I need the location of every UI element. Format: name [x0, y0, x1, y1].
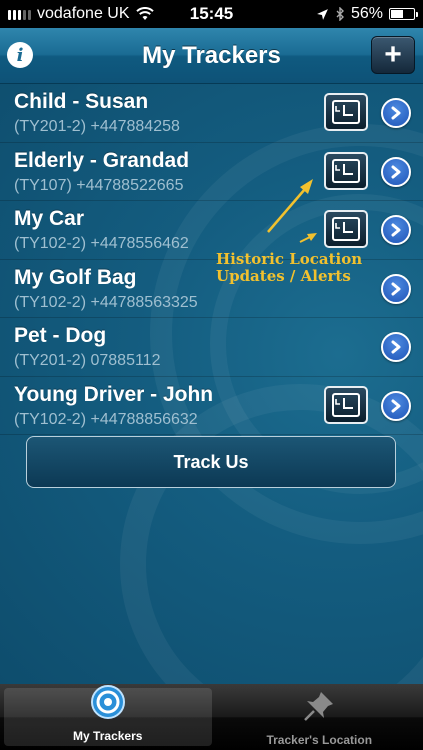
- history-clock-icon[interactable]: [324, 93, 368, 131]
- tracker-name: Pet - Dog: [14, 324, 107, 347]
- tracker-name: Child - Susan: [14, 90, 149, 113]
- tracker-name: My Car: [14, 207, 85, 230]
- target-icon: [90, 684, 126, 725]
- tracker-list-view: Child - Susan (TY201-2) +447884258 Elderly…: [0, 84, 423, 684]
- tab-label: My Trackers: [73, 729, 143, 743]
- wifi-icon: [135, 7, 154, 20]
- location-arrow-icon: [317, 8, 328, 20]
- tracker-detail: (TY102-2) +44788856632: [14, 410, 198, 428]
- battery-icon: [389, 8, 418, 20]
- tracker-row[interactable]: Young Driver - John (TY102-2) +4478885663…: [0, 377, 423, 435]
- tracker-name: My Golf Bag: [14, 265, 137, 289]
- tracker-detail: (TY102-2) +44788563325: [14, 293, 198, 311]
- chevron-right-icon[interactable]: [381, 215, 411, 245]
- tracker-row[interactable]: Child - Susan (TY201-2) +447884258: [0, 84, 423, 143]
- page-title: My Trackers: [142, 41, 281, 69]
- chevron-right-icon[interactable]: [381, 98, 411, 128]
- nav-bar: i My Trackers +: [0, 28, 423, 84]
- history-clock-icon[interactable]: [324, 151, 368, 190]
- annotation-line: Updates / Alerts: [216, 267, 351, 285]
- status-bar: vodafone UK 15:45 56%: [0, 0, 423, 28]
- tab-bar: My Trackers Tracker's Location: [0, 684, 423, 750]
- carrier-name: vodafone UK: [37, 5, 130, 22]
- tracker-row[interactable]: Pet - Dog (TY201-2) 07885112: [0, 318, 423, 377]
- tracker-detail: (TY102-2) +4478556462: [14, 235, 189, 252]
- history-clock-icon[interactable]: [324, 210, 368, 248]
- annotation-line: Historic Location: [216, 250, 363, 268]
- tracker-name: Elderly - Grandad: [14, 148, 190, 172]
- info-button[interactable]: i: [7, 42, 33, 68]
- history-clock-icon[interactable]: [324, 385, 368, 424]
- chevron-right-icon[interactable]: [381, 332, 411, 362]
- battery-fill: [391, 10, 404, 18]
- signal-icon: [8, 8, 31, 20]
- tracker-detail: (TY201-2) +447884258: [14, 118, 180, 135]
- annotation-callout: Historic Location Updates / Alerts: [216, 251, 362, 285]
- chevron-right-icon[interactable]: [381, 273, 411, 304]
- tab-tracker-s-location[interactable]: Tracker's Location: [216, 684, 423, 750]
- add-tracker-button[interactable]: +: [371, 36, 415, 74]
- chevron-right-icon[interactable]: [381, 156, 411, 187]
- tracker-detail: (TY107) +44788522665: [14, 176, 184, 194]
- bluetooth-icon: [336, 7, 344, 21]
- tracker-detail: (TY201-2) 07885112: [14, 352, 161, 369]
- tab-my-trackers[interactable]: My Trackers: [4, 685, 212, 746]
- tracker-name: Young Driver - John: [14, 382, 214, 406]
- pushpin-icon: [301, 688, 337, 729]
- track-us-button[interactable]: Track Us: [26, 436, 396, 488]
- chevron-right-icon[interactable]: [381, 390, 411, 421]
- status-left: vodafone UK: [8, 5, 154, 23]
- tracker-row[interactable]: Elderly - Grandad (TY107) +44788522665: [0, 143, 423, 201]
- status-right: 56%: [316, 5, 418, 23]
- battery-percent: 56%: [350, 5, 383, 22]
- tab-label: Tracker's Location: [266, 733, 373, 747]
